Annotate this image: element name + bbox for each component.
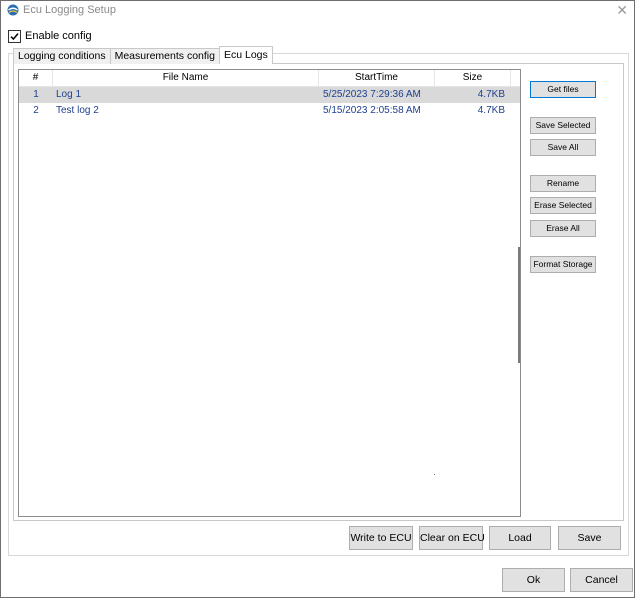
table-row[interactable]: 2 Test log 2 5/15/2023 2:05:58 AM 4.7KB (19, 103, 520, 119)
table-row[interactable]: 1 Log 1 5/25/2023 7:29:36 AM 4.7KB (19, 87, 520, 103)
column-header-size[interactable]: Size (435, 70, 511, 86)
row-size: 4.7KB (477, 89, 505, 100)
row-file-name: Test log 2 (56, 105, 99, 116)
list-splitter[interactable] (518, 247, 520, 363)
format-storage-button[interactable]: Format Storage (530, 256, 596, 273)
ecu-logs-list[interactable]: # File Name StartTime Size 1 Log 1 5/25/… (18, 69, 521, 517)
write-to-ecu-button[interactable]: Write to ECU (349, 526, 413, 550)
row-size: 4.7KB (477, 105, 505, 116)
save-selected-button[interactable]: Save Selected (530, 117, 596, 134)
erase-selected-button[interactable]: Erase Selected (530, 197, 596, 214)
save-button[interactable]: Save (558, 526, 621, 550)
enable-config-row[interactable]: Enable config (8, 29, 92, 43)
title-bar: Ecu Logging Setup ✕ (1, 1, 634, 21)
column-header-start-time[interactable]: StartTime (319, 70, 435, 86)
row-number: 2 (33, 105, 39, 116)
ok-button[interactable]: Ok (502, 568, 565, 592)
close-icon[interactable]: ✕ (616, 2, 628, 19)
enable-config-checkbox[interactable] (8, 29, 21, 43)
row-start-time: 5/15/2023 2:05:58 AM (323, 105, 421, 116)
window-title: Ecu Logging Setup (23, 4, 116, 16)
list-header: # File Name StartTime Size (19, 70, 520, 87)
checkmark-icon (10, 32, 19, 40)
erase-all-button[interactable]: Erase All (530, 220, 596, 237)
column-header-number[interactable]: # (19, 70, 53, 86)
row-number: 1 (33, 89, 39, 100)
row-file-name: Log 1 (56, 89, 82, 100)
stray-dot (434, 474, 435, 475)
get-files-button[interactable]: Get files (530, 81, 596, 98)
save-all-button[interactable]: Save All (530, 139, 596, 156)
tab-measurements-config[interactable]: Measurements config (109, 48, 220, 64)
row-start-time: 5/25/2023 7:29:36 AM (323, 89, 421, 100)
rename-button[interactable]: Rename (530, 175, 596, 192)
tab-logging-conditions[interactable]: Logging conditions (13, 48, 111, 64)
clear-on-ecu-button[interactable]: Clear on ECU (419, 526, 485, 550)
cancel-button[interactable]: Cancel (570, 568, 633, 592)
load-button[interactable]: Load (489, 526, 551, 550)
tab-ecu-logs[interactable]: Ecu Logs (218, 46, 273, 64)
dialog-window: Ecu Logging Setup ✕ Enable config Loggin… (0, 0, 635, 598)
column-header-file-name[interactable]: File Name (53, 70, 319, 86)
tab-strip: Logging conditions Measurements config E… (13, 46, 273, 64)
app-logo-icon (7, 4, 19, 16)
enable-config-label: Enable config (25, 30, 92, 42)
